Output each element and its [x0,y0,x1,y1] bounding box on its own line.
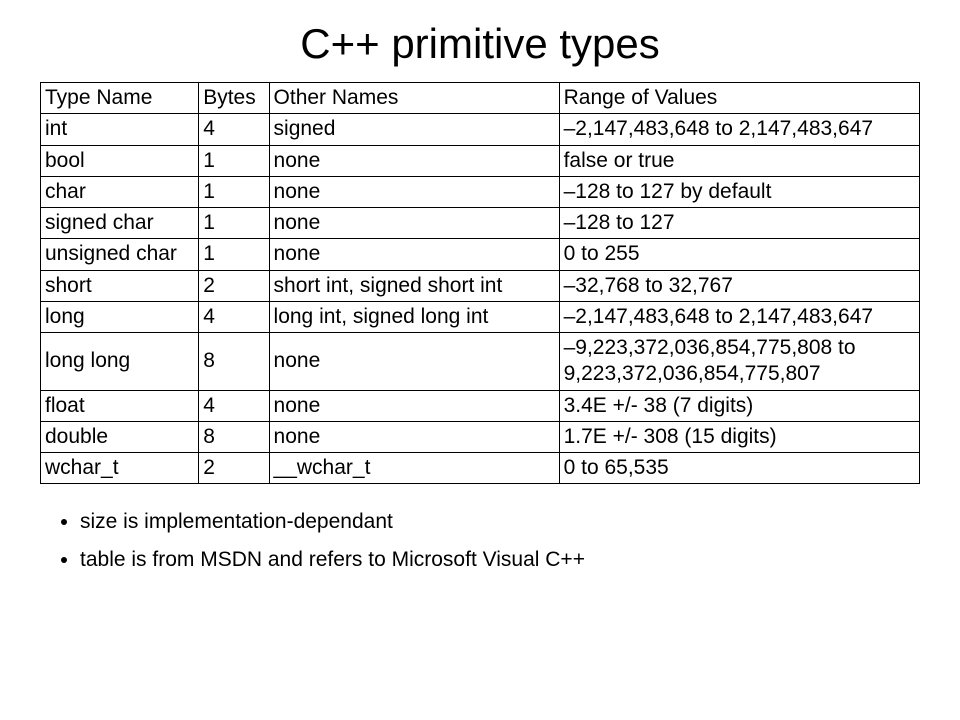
table-cell-other: none [269,333,559,391]
table-cell-bytes: 4 [199,390,269,421]
table-row: unsigned char1none0 to 255 [41,239,920,270]
table-row: long long8none–9,223,372,036,854,775,808… [41,333,920,391]
table-cell-bytes: 1 [199,145,269,176]
table-cell-range: 1.7E +/- 308 (15 digits) [559,421,919,452]
table-cell-type: double [41,421,199,452]
table-row: short2short int, signed short int–32,768… [41,270,920,301]
table-cell-range: 0 to 65,535 [559,453,919,484]
table-cell-type: char [41,176,199,207]
table-cell-bytes: 1 [199,176,269,207]
table-cell-bytes: 4 [199,301,269,332]
table-row: int4signed–2,147,483,648 to 2,147,483,64… [41,114,920,145]
table-cell-range: –2,147,483,648 to 2,147,483,647 [559,301,919,332]
table-cell-range: –128 to 127 [559,208,919,239]
table-cell-type: wchar_t [41,453,199,484]
table-cell-range: –128 to 127 by default [559,176,919,207]
table-cell-type: short [41,270,199,301]
table-cell-other: none [269,176,559,207]
table-cell-range: –32,768 to 32,767 [559,270,919,301]
table-cell-type: int [41,114,199,145]
table-cell-type: unsigned char [41,239,199,270]
table-cell-type: float [41,390,199,421]
table-header-row: Type NameBytesOther NamesRange of Values [41,83,920,114]
table-cell-bytes: 4 [199,114,269,145]
table-cell-range: –9,223,372,036,854,775,808 to 9,223,372,… [559,333,919,391]
table-cell-range: –2,147,483,648 to 2,147,483,647 [559,114,919,145]
notes-list: size is implementation-dependant table is… [40,510,920,572]
table-cell-other: none [269,208,559,239]
table-cell-range: 0 to 255 [559,239,919,270]
table-header-cell: Other Names [269,83,559,114]
table-row: long4long int, signed long int–2,147,483… [41,301,920,332]
table-header-cell: Type Name [41,83,199,114]
table-row: signed char1none–128 to 127 [41,208,920,239]
table-cell-bytes: 1 [199,239,269,270]
table-cell-range: false or true [559,145,919,176]
table-row: bool1nonefalse or true [41,145,920,176]
table-cell-bytes: 2 [199,453,269,484]
table-cell-other: none [269,390,559,421]
table-cell-other: none [269,421,559,452]
table-row: double8none1.7E +/- 308 (15 digits) [41,421,920,452]
table-cell-type: long long [41,333,199,391]
list-item: size is implementation-dependant [80,510,920,534]
list-item: table is from MSDN and refers to Microso… [80,548,920,572]
table-cell-other: signed [269,114,559,145]
table-row: float4none3.4E +/- 38 (7 digits) [41,390,920,421]
table-cell-type: bool [41,145,199,176]
table-cell-bytes: 1 [199,208,269,239]
table-cell-bytes: 8 [199,421,269,452]
table-cell-other: none [269,145,559,176]
table-cell-other: long int, signed long int [269,301,559,332]
table-cell-other: none [269,239,559,270]
table-cell-other: __wchar_t [269,453,559,484]
table-header-cell: Bytes [199,83,269,114]
table-cell-type: signed char [41,208,199,239]
table-cell-range: 3.4E +/- 38 (7 digits) [559,390,919,421]
table-row: char1none–128 to 127 by default [41,176,920,207]
table-header-cell: Range of Values [559,83,919,114]
page-title: C++ primitive types [40,20,920,68]
table-cell-bytes: 8 [199,333,269,391]
types-table: Type NameBytesOther NamesRange of Values… [40,82,920,484]
table-cell-bytes: 2 [199,270,269,301]
table-cell-other: short int, signed short int [269,270,559,301]
table-row: wchar_t2__wchar_t0 to 65,535 [41,453,920,484]
table-cell-type: long [41,301,199,332]
